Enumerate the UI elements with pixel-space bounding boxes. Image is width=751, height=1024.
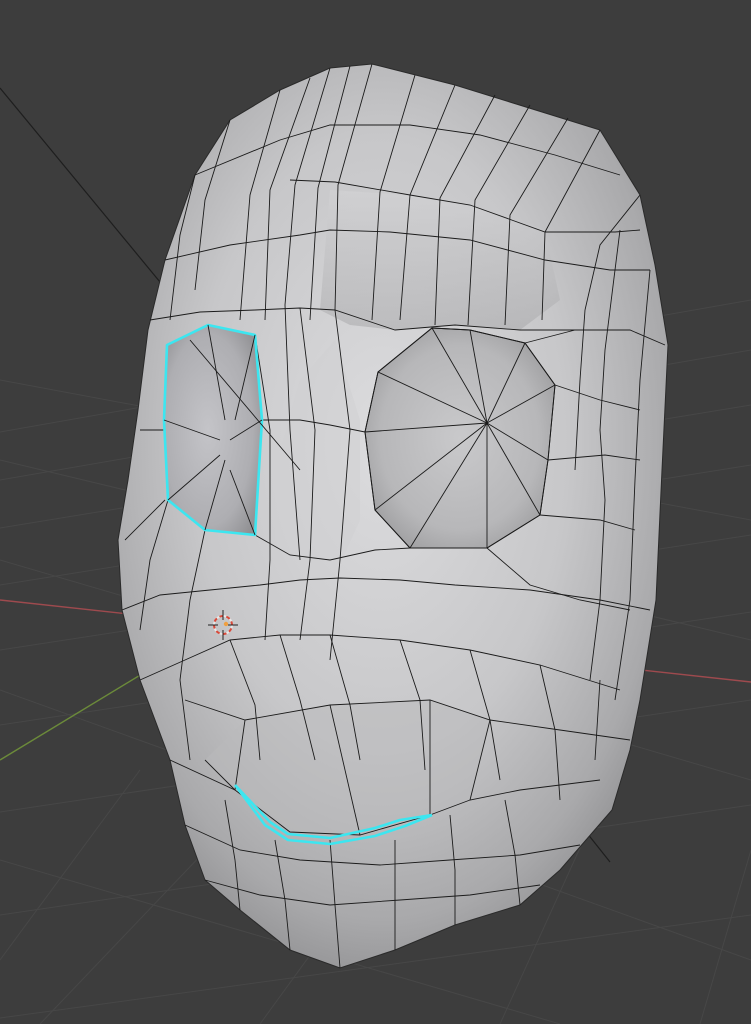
viewport-canvas[interactable] (0, 0, 751, 1024)
object-origin-icon (223, 621, 229, 627)
right-eye-socket[interactable] (364, 327, 556, 549)
camera-line (0, 87, 161, 283)
face-mesh[interactable] (117, 63, 669, 969)
3d-viewport[interactable] (0, 0, 751, 1024)
